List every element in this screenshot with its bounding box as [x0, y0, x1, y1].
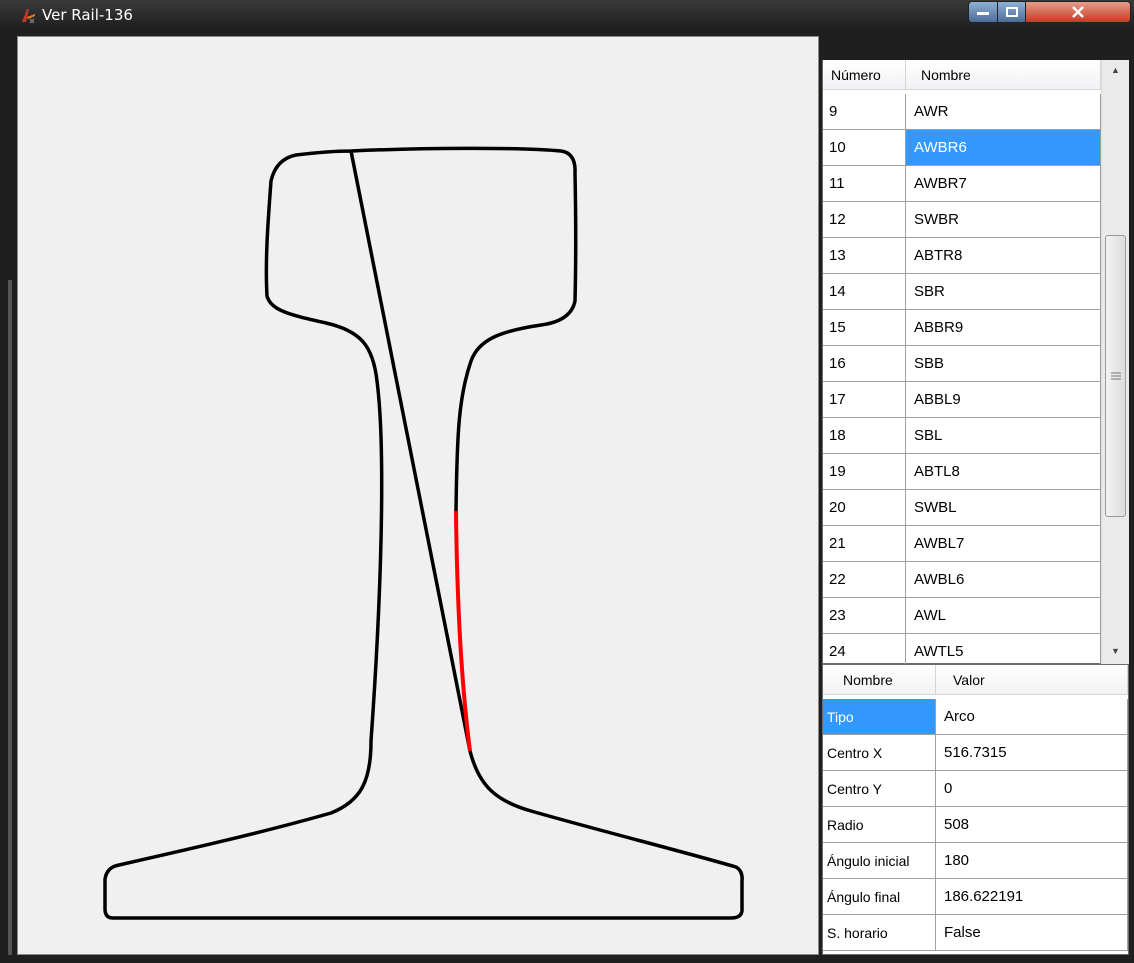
scroll-down-icon[interactable]: ▼ — [1111, 646, 1120, 656]
property-row[interactable]: Centro Y0 — [823, 771, 1128, 807]
maximize-icon — [1005, 7, 1018, 17]
property-value[interactable]: 186.622191 — [936, 879, 1128, 915]
column-header-prop-valor[interactable]: Valor — [936, 665, 1128, 695]
table-row[interactable]: 10 AWBR6 — [823, 130, 1101, 166]
column-header-nombre[interactable]: Nombre — [906, 60, 1101, 90]
table-row[interactable]: 20 SWBL — [823, 490, 1101, 526]
window-title: Ver Rail-136 — [42, 6, 133, 24]
table-row[interactable]: 24 AWTL5 — [823, 634, 1101, 664]
property-name[interactable]: S. horario — [823, 915, 936, 951]
grip-icon — [1111, 372, 1121, 380]
cell-nombre[interactable]: ABTL8 — [906, 454, 1101, 490]
cell-numero[interactable]: 20 — [823, 490, 906, 526]
property-row[interactable]: S. horario False — [823, 915, 1128, 951]
property-value[interactable]: 508 — [936, 807, 1128, 843]
cell-nombre[interactable]: ABTR8 — [906, 238, 1101, 274]
cell-numero[interactable]: 16 — [823, 346, 906, 382]
table-row[interactable]: 19 ABTL8 — [823, 454, 1101, 490]
app-window: Ver Rail-136 Número Nombre 9 AWR 10 AWBR6 11… — [0, 0, 1134, 963]
cell-nombre[interactable]: SWBR — [906, 202, 1101, 238]
property-value[interactable]: 180 — [936, 843, 1128, 879]
cell-numero[interactable]: 19 — [823, 454, 906, 490]
scroll-up-icon[interactable]: ▲ — [1111, 65, 1120, 75]
table-row[interactable]: 9 AWR — [823, 94, 1101, 130]
cell-numero[interactable]: 10 — [823, 130, 906, 166]
segments-grid-rows: 9 AWR 10 AWBR6 11 AWBR7 12 SWBR 13 ABTR8 14 SBR 15 AB… — [823, 94, 1101, 664]
table-row[interactable]: 23 AWL — [823, 598, 1101, 634]
cell-numero[interactable]: 22 — [823, 562, 906, 598]
cell-nombre[interactable]: SBB — [906, 346, 1101, 382]
cell-numero[interactable]: 24 — [823, 634, 906, 664]
property-name[interactable]: Tipo — [823, 699, 936, 735]
app-icon — [22, 9, 35, 24]
property-value[interactable]: 0 — [936, 771, 1128, 807]
cell-nombre[interactable]: AWR — [906, 94, 1101, 130]
cell-nombre[interactable]: SBL — [906, 418, 1101, 454]
cell-numero[interactable]: 15 — [823, 310, 906, 346]
cell-numero[interactable]: 18 — [823, 418, 906, 454]
cell-numero[interactable]: 9 — [823, 94, 906, 130]
property-value[interactable]: Arco — [936, 699, 1128, 735]
cell-nombre[interactable]: AWBL6 — [906, 562, 1101, 598]
table-row[interactable]: 13 ABTR8 — [823, 238, 1101, 274]
table-row[interactable]: 16 SBB — [823, 346, 1101, 382]
property-row[interactable]: Radio 508 — [823, 807, 1128, 843]
table-row[interactable]: 17 ABBL9 — [823, 382, 1101, 418]
property-name[interactable]: Centro Y — [823, 771, 936, 807]
cell-numero[interactable]: 23 — [823, 598, 906, 634]
segments-scrollbar[interactable]: ▲ ▼ — [1101, 60, 1129, 664]
table-row[interactable]: 12 SWBR — [823, 202, 1101, 238]
cell-nombre[interactable]: SBR — [906, 274, 1101, 310]
close-icon — [1072, 6, 1084, 18]
rail-profile-canvas[interactable] — [17, 36, 819, 955]
property-row[interactable]: Ángulo inicial 180 — [823, 843, 1128, 879]
minimize-icon — [977, 12, 989, 15]
property-name[interactable]: Radio — [823, 807, 936, 843]
properties-grid-rows: Tipo Arco Centro X 516.7315 Centro Y 0 Radio 50… — [823, 699, 1128, 952]
table-row[interactable]: 15 ABBR9 — [823, 310, 1101, 346]
cell-nombre[interactable]: AWBR6 — [906, 130, 1101, 166]
property-value[interactable]: False — [936, 915, 1128, 951]
table-row[interactable]: 11 AWBR7 — [823, 166, 1101, 202]
cell-nombre[interactable]: ABBR9 — [906, 310, 1101, 346]
cell-nombre[interactable]: AWL — [906, 598, 1101, 634]
scroll-thumb[interactable] — [1105, 235, 1126, 517]
property-value[interactable]: 516.7315 — [936, 735, 1128, 771]
rail-profile-drawing — [103, 146, 744, 920]
cell-numero[interactable]: 17 — [823, 382, 906, 418]
property-row[interactable]: Ángulo final 186.622191 — [823, 879, 1128, 915]
cell-numero[interactable]: 13 — [823, 238, 906, 274]
cell-numero[interactable]: 21 — [823, 526, 906, 562]
rail-profile-outline — [103, 146, 744, 920]
maximize-button[interactable] — [997, 1, 1026, 23]
property-name[interactable]: Ángulo inicial — [823, 843, 936, 879]
cell-nombre[interactable]: AWTL5 — [906, 634, 1101, 664]
property-row[interactable]: Tipo Arco — [823, 699, 1128, 735]
cell-nombre[interactable]: AWBL7 — [906, 526, 1101, 562]
cell-numero[interactable]: 12 — [823, 202, 906, 238]
table-row[interactable]: 18 SBL — [823, 418, 1101, 454]
cell-nombre[interactable]: AWBR7 — [906, 166, 1101, 202]
table-row[interactable]: 21 AWBL7 — [823, 526, 1101, 562]
table-row[interactable]: 14 SBR — [823, 274, 1101, 310]
title-bar[interactable]: Ver Rail-136 — [0, 0, 1134, 30]
property-name[interactable]: Centro X — [823, 735, 936, 771]
column-header-numero[interactable]: Número — [823, 60, 906, 90]
window-left-edge — [8, 280, 12, 955]
cell-numero[interactable]: 14 — [823, 274, 906, 310]
property-row[interactable]: Centro X 516.7315 — [823, 735, 1128, 771]
minimize-button[interactable] — [968, 1, 998, 23]
cell-numero[interactable]: 11 — [823, 166, 906, 202]
close-button[interactable] — [1025, 1, 1131, 23]
property-name[interactable]: Ángulo final — [823, 879, 936, 915]
cell-nombre[interactable]: ABBL9 — [906, 382, 1101, 418]
cell-nombre[interactable]: SWBL — [906, 490, 1101, 526]
table-row[interactable]: 22 AWBL6 — [823, 562, 1101, 598]
column-header-prop-nombre[interactable]: Nombre — [823, 665, 936, 695]
